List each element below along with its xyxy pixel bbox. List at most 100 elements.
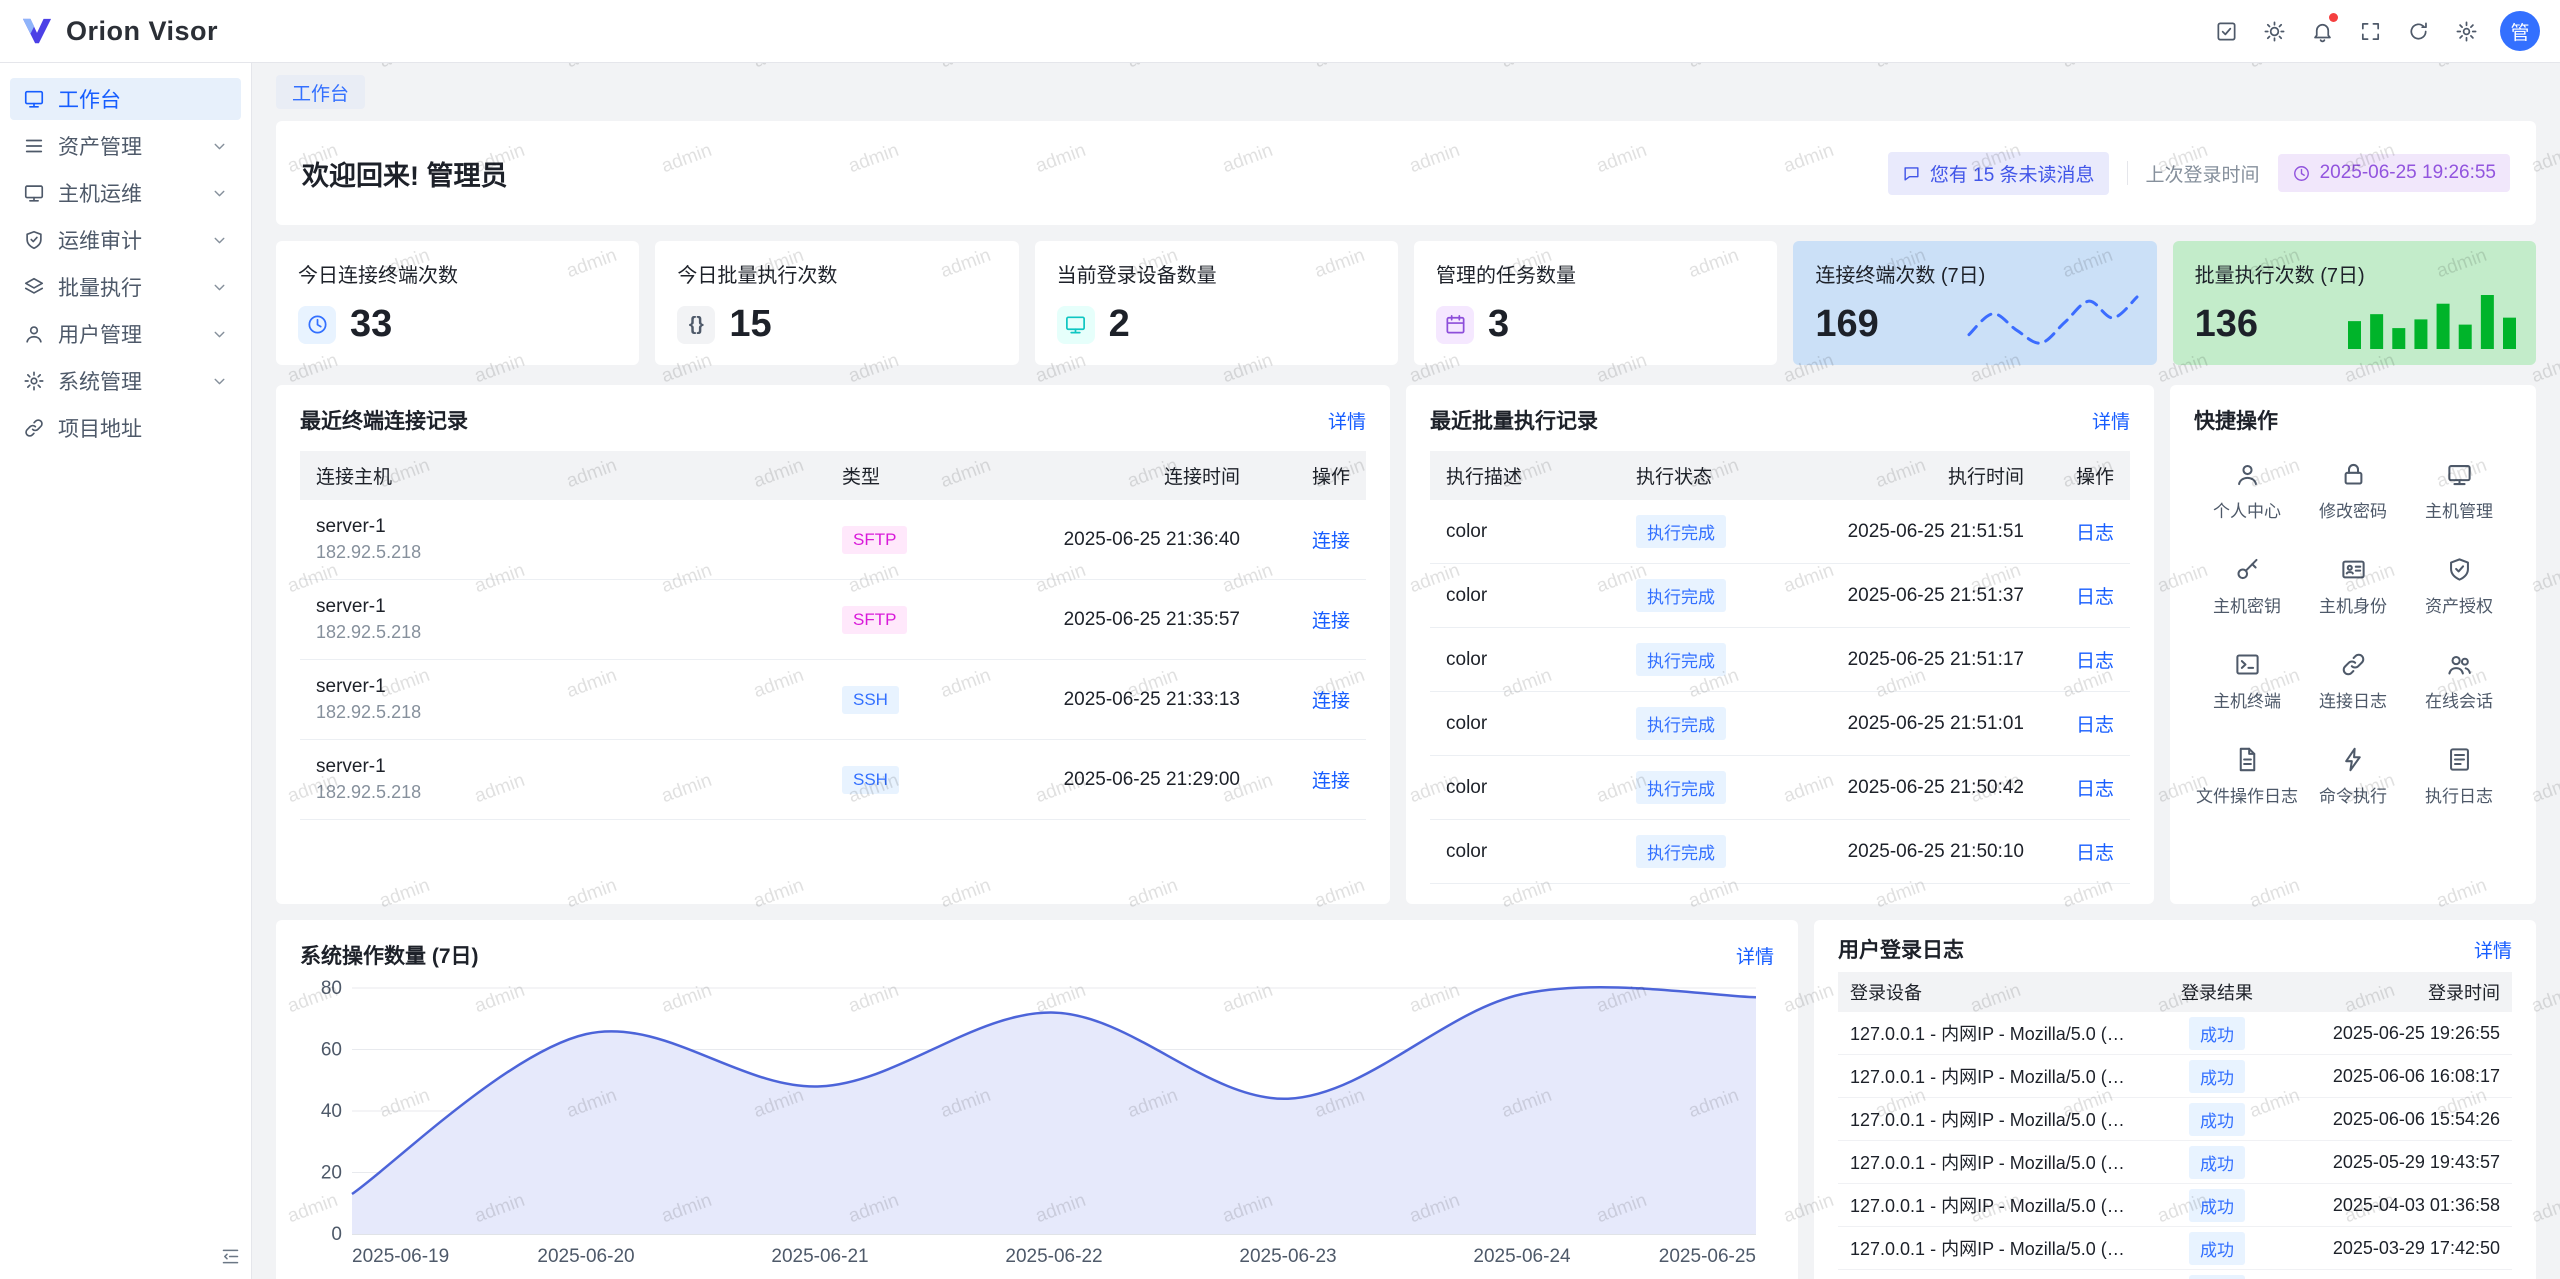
sidebar-item[interactable]: 工作台	[10, 78, 241, 120]
host-name: server-1	[316, 676, 810, 698]
exec-time: 2025-06-25 21:51:17	[1790, 628, 2040, 692]
batch-records-detail-link[interactable]: 详情	[2092, 407, 2130, 434]
user-avatar[interactable]: 管	[2500, 11, 2540, 51]
table-header-row: 执行描述 执行状态 执行时间 操作	[1430, 451, 2130, 500]
terminal-records-detail-link[interactable]: 详情	[1328, 407, 1366, 434]
status-badge: 执行完成	[1636, 579, 1726, 612]
protocol-tag: SFTP	[842, 526, 907, 554]
stat-card-batch-7d: 批量执行次数 (7日) 136	[2173, 241, 2536, 365]
login-logs-table: 登录设备 登录结果 登录时间 127.0.0.1 - 内网IP - Mozill…	[1838, 972, 2512, 1279]
host-ip: 182.92.5.218	[316, 782, 810, 803]
sidebar-item-label: 运维审计	[58, 225, 142, 255]
quick-actions-grid: 个人中心 修改密码 主机管理 主机密钥	[2194, 461, 2512, 807]
sidebar-item[interactable]: 主机运维	[10, 172, 241, 214]
table-row: server-1 182.92.5.218 SSH 2025-06-25 21:…	[300, 740, 1366, 820]
quick-action-item[interactable]: 在线会话	[2406, 651, 2512, 712]
col-header: 执行时间	[1790, 451, 2040, 500]
col-header: 执行描述	[1430, 451, 1620, 500]
quick-action-item[interactable]: 主机密钥	[2194, 556, 2300, 617]
quick-action-item[interactable]: 执行日志	[2406, 746, 2512, 807]
quick-action-icon	[2234, 556, 2261, 583]
terminal-7d-sparkline	[1963, 287, 2143, 353]
login-result-badge: 成功	[2189, 1103, 2245, 1136]
login-logs-detail-link[interactable]: 详情	[2474, 936, 2512, 963]
host-ip: 182.92.5.218	[316, 702, 810, 723]
connect-link[interactable]: 连接	[1312, 611, 1350, 632]
clock-icon	[2292, 164, 2311, 183]
exec-time: 2025-06-25 21:51:37	[1790, 564, 2040, 628]
welcome-banner: 欢迎回来! 管理员 您有 15 条未读消息 上次登录时间 2025-06-25 …	[276, 121, 2536, 225]
last-login-time-badge: 2025-06-25 19:26:55	[2278, 154, 2510, 192]
stat-label: 当前登录设备数量	[1057, 259, 1376, 288]
quick-action-item[interactable]: 文件操作日志	[2194, 746, 2300, 807]
sidebar-item[interactable]: 项目地址	[10, 407, 241, 449]
refresh-icon[interactable]	[2398, 11, 2438, 51]
svg-text:80: 80	[321, 978, 342, 999]
table-row: color 执行完成 2025-06-25 21:51:37 日志	[1430, 564, 2130, 628]
app-title: Orion Visor	[66, 16, 218, 47]
quick-action-item[interactable]: 个人中心	[2194, 461, 2300, 522]
quick-action-item[interactable]: 主机终端	[2194, 651, 2300, 712]
connect-link[interactable]: 连接	[1312, 531, 1350, 552]
table-row: 127.0.0.1 - 内网IP - Mozilla/5.0 (Windows …	[1838, 1055, 2512, 1098]
sidebar-item[interactable]: 系统管理	[10, 360, 241, 402]
clock-icon	[298, 306, 336, 344]
logo-icon	[20, 16, 54, 46]
quick-action-icon	[2446, 651, 2473, 678]
log-link[interactable]: 日志	[2076, 715, 2114, 736]
settings-gear-icon[interactable]	[2446, 11, 2486, 51]
login-result-badge: 成功	[2189, 1232, 2245, 1265]
connect-link[interactable]: 连接	[1312, 771, 1350, 792]
log-link[interactable]: 日志	[2076, 587, 2114, 608]
sidebar-item[interactable]: 运维审计	[10, 219, 241, 261]
protocol-tag: SSH	[842, 686, 899, 714]
svg-text:60: 60	[321, 1040, 342, 1061]
login-result-badge: 成功	[2189, 1017, 2245, 1050]
card-title: 最近终端连接记录	[300, 405, 468, 435]
theme-sun-icon[interactable]	[2254, 11, 2294, 51]
chevron-down-icon	[211, 326, 228, 343]
app-logo[interactable]: Orion Visor	[20, 16, 218, 47]
log-link[interactable]: 日志	[2076, 779, 2114, 800]
login-result-badge: 成功	[2189, 1060, 2245, 1093]
login-result-badge: 成功	[2189, 1146, 2245, 1179]
login-result-badge: 成功	[2189, 1275, 2245, 1279]
quick-action-label: 主机密钥	[2213, 592, 2281, 617]
table-row: server-1 182.92.5.218 SFTP 2025-06-25 21…	[300, 500, 1366, 580]
log-link[interactable]: 日志	[2076, 523, 2114, 544]
login-time: 2025-04-03 01:36:58	[2282, 1184, 2512, 1227]
sidebar-collapse-button[interactable]	[220, 1246, 241, 1267]
sidebar-item[interactable]: 用户管理	[10, 313, 241, 355]
col-header: 登录结果	[2152, 972, 2282, 1012]
quick-action-label: 主机管理	[2425, 497, 2493, 522]
system-ops-detail-link[interactable]: 详情	[1736, 942, 1774, 969]
protocol-tag: SFTP	[842, 606, 907, 634]
log-link[interactable]: 日志	[2076, 843, 2114, 864]
apps-check-icon[interactable]	[2206, 11, 2246, 51]
table-row: color 执行完成 2025-06-25 21:50:42 日志	[1430, 756, 2130, 820]
quick-action-item[interactable]: 资产授权	[2406, 556, 2512, 617]
login-device: 127.0.0.1 - 内网IP - Mozilla/5.0 (Windows …	[1838, 1184, 2152, 1227]
sidebar-item[interactable]: 资产管理	[10, 125, 241, 167]
quick-action-label: 执行日志	[2425, 782, 2493, 807]
stat-value: 15	[729, 303, 771, 346]
table-row: color 执行完成 2025-06-25 21:51:01 日志	[1430, 692, 2130, 756]
quick-action-item[interactable]: 连接日志	[2300, 651, 2406, 712]
fullscreen-icon[interactable]	[2350, 11, 2390, 51]
breadcrumb[interactable]: 工作台	[276, 75, 365, 109]
quick-action-item[interactable]: 主机管理	[2406, 461, 2512, 522]
sidebar-item-label: 系统管理	[58, 366, 142, 396]
quick-action-item[interactable]: 修改密码	[2300, 461, 2406, 522]
table-row: color 执行完成 2025-06-25 21:51:17 日志	[1430, 628, 2130, 692]
status-badge: 执行完成	[1636, 771, 1726, 804]
notification-bell-icon[interactable]	[2302, 11, 2342, 51]
quick-action-item[interactable]: 主机身份	[2300, 556, 2406, 617]
quick-action-item[interactable]: 命令执行	[2300, 746, 2406, 807]
stat-label: 批量执行次数 (7日)	[2195, 259, 2514, 288]
sidebar-item[interactable]: 批量执行	[10, 266, 241, 308]
log-link[interactable]: 日志	[2076, 651, 2114, 672]
unread-messages-badge[interactable]: 您有 15 条未读消息	[1888, 152, 2109, 195]
exec-time: 2025-06-25 21:50:10	[1790, 820, 2040, 884]
connect-link[interactable]: 连接	[1312, 691, 1350, 712]
quick-action-label: 命令执行	[2319, 782, 2387, 807]
